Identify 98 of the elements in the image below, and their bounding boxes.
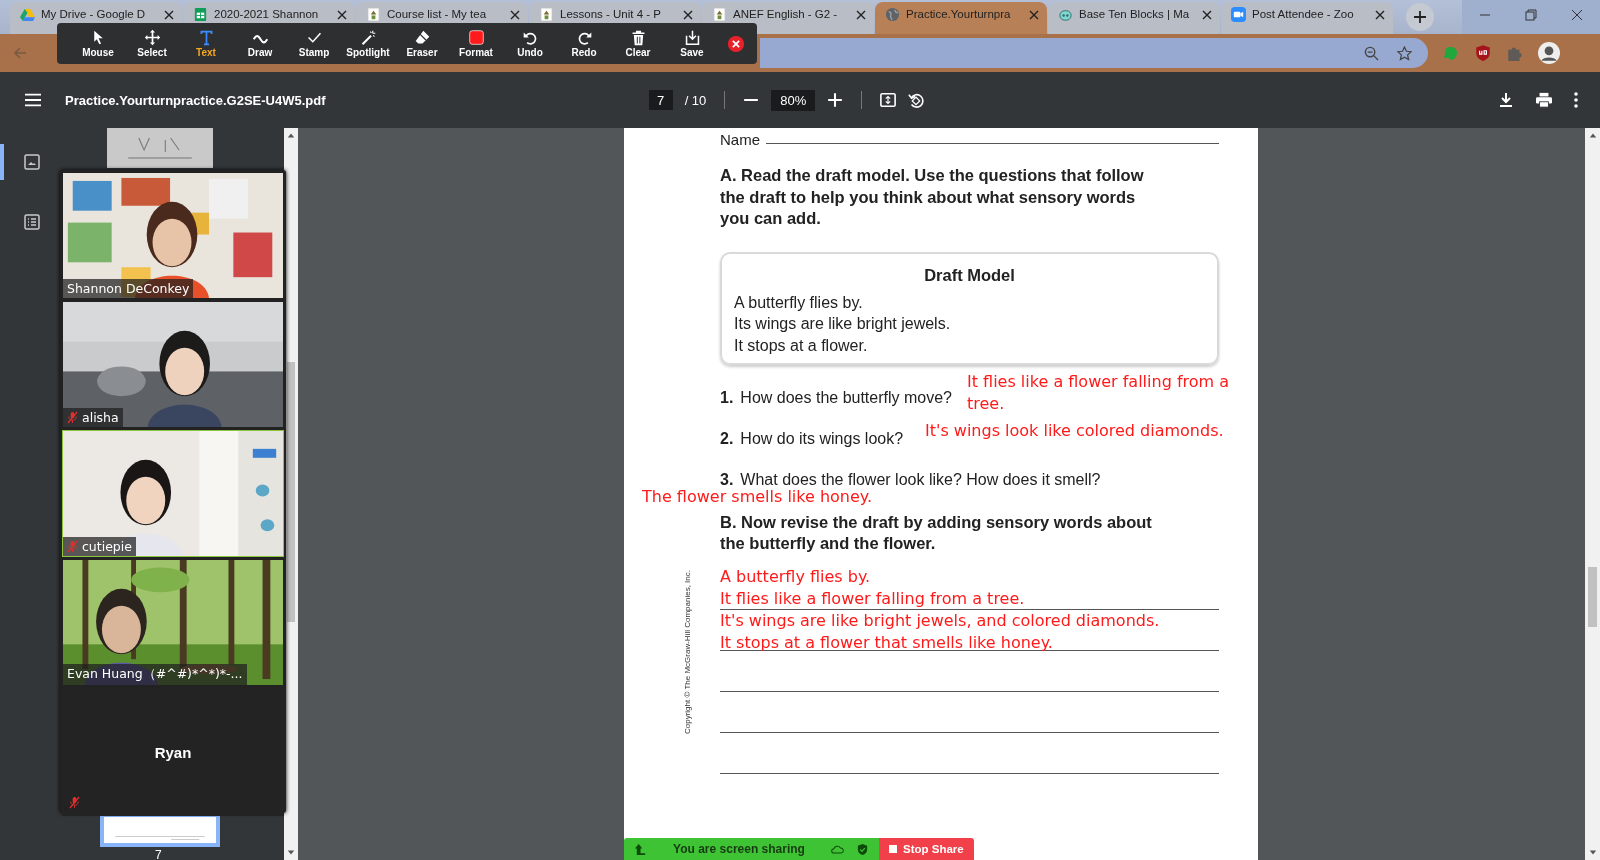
scrollbar-thumb[interactable]	[287, 362, 295, 622]
browser-tab[interactable]: Lessons - Unit 4 - P	[529, 2, 701, 22]
shield-icon	[856, 842, 869, 856]
plus-icon[interactable]	[1413, 10, 1427, 24]
eraser-icon[interactable]	[413, 29, 431, 46]
rotate-icon[interactable]	[908, 92, 925, 108]
question-number: 1.	[720, 387, 734, 408]
wand-icon[interactable]	[359, 29, 377, 46]
page-number-field[interactable]: 7	[648, 90, 673, 110]
participant-name: Evan Huang（#^#)*^*)*-...	[67, 666, 243, 683]
robot-icon	[1058, 7, 1073, 22]
video-camera-icon	[1231, 7, 1246, 22]
scroll-down-icon[interactable]	[287, 849, 295, 857]
save-icon[interactable]	[683, 29, 701, 46]
question-text: How does the butterfly move?	[740, 387, 952, 408]
arrow-icon	[634, 842, 647, 856]
zoom-level-field[interactable]: 80%	[771, 89, 816, 111]
participant-tile[interactable]: cutiepie	[62, 430, 284, 557]
tool-button[interactable]: Redo	[557, 29, 611, 58]
page-number: 7	[155, 848, 162, 860]
participant-tile[interactable]: Shannon DeConkey	[62, 172, 284, 299]
more-options-icon[interactable]	[1574, 92, 1578, 108]
question-number: 2.	[720, 428, 734, 449]
color-swatch-icon[interactable]	[467, 29, 485, 46]
instruction-text: B. Now revise the draft by adding sensory words about the butterfly and the flower.	[720, 511, 1153, 554]
participant-name: Shannon DeConkey	[67, 281, 190, 296]
draft-title: Draft Model	[923, 264, 1016, 286]
tool-button[interactable]: Clear	[611, 29, 665, 58]
participant-name: cutiepie	[82, 539, 132, 554]
annotation-text: It stops at a flower that smells like honey.	[720, 632, 1054, 654]
browser-tab[interactable]: Course list - My tea	[356, 2, 528, 22]
close-icon[interactable]	[683, 10, 693, 20]
annotation-text: It flies like a flower falling from a	[967, 371, 1229, 393]
draft-line: A butterfly flies by.	[734, 292, 864, 313]
close-icon[interactable]	[856, 10, 866, 20]
move-arrows-icon[interactable]	[143, 29, 161, 46]
sheet-icon	[193, 7, 208, 22]
participant-name: Ryan	[154, 743, 192, 761]
tool-button[interactable]: Mouse	[71, 29, 125, 58]
close-icon[interactable]	[337, 10, 347, 20]
draft-line: Its wings are like bright jewels.	[734, 314, 952, 334]
tool-button[interactable]: Draw	[233, 29, 287, 58]
close-icon[interactable]	[727, 34, 745, 53]
download-icon[interactable]	[1498, 92, 1514, 108]
scroll-down-icon[interactable]	[1588, 849, 1597, 857]
fit-page-icon[interactable]	[880, 92, 897, 108]
scrollbar-thumb[interactable]	[1588, 567, 1597, 627]
name-label: Name	[720, 131, 760, 148]
instruction-text: A. Read the draft model. Use the questions that follow the draft to help you think about what sensory words you can add.	[720, 165, 1145, 229]
page-icon	[712, 7, 727, 22]
scroll-up-icon[interactable]	[287, 131, 295, 139]
page-icon	[366, 7, 381, 22]
annotation-text: It's wings are like bright jewels, and colored diamonds.	[720, 610, 1160, 632]
globe-icon	[885, 7, 900, 22]
image-icon[interactable]	[24, 154, 40, 170]
tool-button[interactable]: Text	[179, 29, 233, 58]
menu-icon[interactable]	[25, 92, 41, 108]
drive-icon	[20, 7, 35, 22]
tool-button[interactable]: Undo	[503, 29, 557, 58]
muted-microphone-icon	[67, 540, 78, 553]
tool-button[interactable]: Stamp	[287, 29, 341, 58]
page-count: / 10	[684, 92, 707, 108]
annotation-text: It flies like a flower falling from a tree.	[720, 588, 1026, 610]
document-title: Practice.Yourturnpractice.G2SE-U4W5.pdf	[65, 92, 326, 108]
draft-line: It stops at a flower.	[734, 335, 869, 356]
close-icon[interactable]	[510, 10, 520, 20]
new-tab-button[interactable]	[1406, 3, 1434, 31]
annotation-text: A butterfly flies by.	[720, 566, 872, 588]
star-icon[interactable]	[1397, 45, 1412, 61]
tool-button[interactable]: Save	[665, 29, 719, 58]
profile-avatar[interactable]	[1538, 42, 1560, 64]
muted-microphone-icon	[67, 411, 78, 424]
participant-tile[interactable]: alisha	[62, 301, 284, 428]
shield-icon[interactable]	[1474, 44, 1492, 62]
annotation-text: tree.	[967, 392, 1006, 414]
list-icon[interactable]	[24, 214, 40, 230]
tool-button[interactable]: Eraser	[395, 29, 449, 58]
zoom-in-button[interactable]	[827, 92, 844, 108]
print-icon[interactable]	[1536, 92, 1552, 108]
participant-name: alisha	[82, 410, 119, 425]
zoom-out-icon[interactable]	[1364, 45, 1379, 61]
name-fill-in-line[interactable]	[766, 142, 1219, 144]
copyright-text: Copyright © The McGraw-Hill Companies, Inc.	[683, 569, 693, 736]
scroll-up-icon[interactable]	[1588, 131, 1597, 139]
stop-share-button[interactable]: Stop Share	[879, 838, 974, 860]
annotation-text: It's wings look like colored diamonds.	[925, 420, 1224, 442]
close-icon[interactable]	[1375, 10, 1385, 20]
browser-tab[interactable]: 2020-2021 Shannon	[183, 2, 355, 22]
tool-button[interactable]: Format	[449, 29, 503, 58]
close-icon[interactable]	[164, 10, 174, 20]
page-thumbnail[interactable]	[107, 128, 213, 168]
question-text: How do its wings look?	[740, 428, 904, 449]
page-icon	[539, 7, 554, 22]
tool-button[interactable]: Select	[125, 29, 179, 58]
close-icon[interactable]	[1202, 10, 1212, 20]
tool-button[interactable]: Spotlight	[341, 29, 395, 58]
screen-sharing-bar: You are screen sharing	[624, 838, 879, 860]
participant-tile[interactable]: Evan Huang（#^#)*^*)*-...	[62, 559, 284, 686]
